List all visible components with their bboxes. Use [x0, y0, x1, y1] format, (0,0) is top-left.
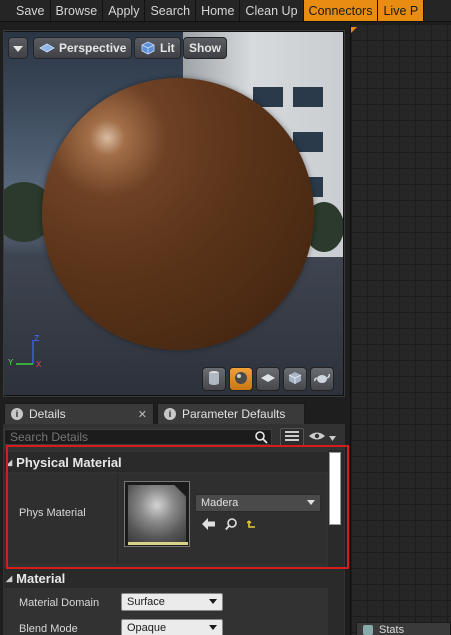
material-preview-viewport[interactable]: [4, 32, 343, 395]
show-button[interactable]: Show: [183, 37, 227, 59]
cube-icon: [288, 371, 302, 388]
blend-mode-label: Blend Mode: [19, 623, 78, 635]
lit-label: Lit: [160, 41, 175, 55]
phys-material-dropdown[interactable]: Madera: [195, 494, 321, 512]
phys-material-sphere-icon: [128, 485, 186, 543]
tab-parameter-defaults[interactable]: i Parameter Defaults: [157, 403, 305, 424]
physical-material-category[interactable]: ◢ Physical Material: [4, 452, 328, 472]
save-button[interactable]: Save: [0, 0, 51, 21]
graph-corner-marker: [351, 27, 357, 33]
connectors-button[interactable]: Connectors: [303, 0, 379, 21]
asset-color-bar: [128, 542, 188, 545]
view-options-button[interactable]: [308, 430, 338, 444]
teapot-icon: [314, 371, 330, 388]
chevron-down-icon: [209, 599, 217, 604]
tab-stats[interactable]: Stats: [356, 622, 451, 635]
stats-icon: [363, 625, 373, 635]
material-graph-canvas[interactable]: [350, 24, 451, 635]
sphere-preview-button[interactable]: [229, 367, 253, 391]
live-preview-button[interactable]: Live P: [378, 0, 425, 21]
search-icon: [255, 431, 268, 447]
sphere-icon: [233, 370, 249, 389]
lit-button[interactable]: Lit: [134, 37, 181, 59]
row-splitter[interactable]: [117, 474, 118, 564]
plane-icon: [260, 372, 276, 387]
info-icon: i: [11, 408, 23, 420]
home-button[interactable]: Home: [196, 0, 241, 21]
chevron-down-icon: [13, 41, 23, 55]
phys-material-thumbnail[interactable]: [124, 481, 190, 547]
browse-magnifier-icon[interactable]: [224, 517, 238, 531]
material-domain-dropdown[interactable]: Surface: [121, 593, 223, 611]
tab-parameter-defaults-label: Parameter Defaults: [182, 407, 286, 421]
tab-details[interactable]: i Details ✕: [4, 403, 154, 424]
property-matrix-button[interactable]: [280, 428, 304, 446]
custom-mesh-preview-button[interactable]: [310, 367, 334, 391]
material-domain-value: Surface: [127, 596, 165, 608]
close-icon[interactable]: ✕: [138, 408, 147, 421]
viewport-options-button[interactable]: [8, 37, 28, 59]
material-domain-label: Material Domain: [19, 597, 100, 609]
axis-x-label: X: [36, 360, 42, 370]
show-label: Show: [189, 41, 221, 55]
search-details-box[interactable]: [4, 429, 272, 445]
chevron-down-icon: [209, 625, 217, 630]
blend-mode-value: Opaque: [127, 622, 167, 634]
cylinder-preview-button[interactable]: [202, 367, 226, 391]
physical-material-header: Physical Material: [16, 454, 122, 470]
clean-up-button[interactable]: Clean Up: [240, 0, 304, 21]
material-header: Material: [16, 570, 66, 586]
perspective-button[interactable]: Perspective: [33, 37, 133, 59]
search-button[interactable]: Search: [145, 0, 197, 21]
chevron-down-icon: [307, 500, 315, 505]
phys-material-label: Phys Material: [19, 507, 86, 519]
browse-button[interactable]: Browse: [51, 0, 104, 21]
axis-y-label: Y: [8, 358, 14, 368]
use-selected-arrow-icon[interactable]: [201, 517, 215, 531]
blend-mode-dropdown[interactable]: Opaque: [121, 619, 223, 635]
axis-z-label: Z: [34, 334, 40, 344]
collapse-triangle-icon: ◢: [6, 457, 13, 467]
tab-details-label: Details: [29, 407, 66, 421]
perspective-label: Perspective: [59, 41, 127, 55]
apply-button[interactable]: Apply: [103, 0, 146, 21]
material-category[interactable]: ◢ Material: [4, 568, 328, 588]
preview-mesh-buttons: [202, 367, 334, 391]
main-toolbar: Save Browse Apply Search Home Clean Up C…: [0, 0, 451, 22]
cube-preview-button[interactable]: [283, 367, 307, 391]
eye-icon: [308, 430, 326, 444]
chevron-down-icon: [329, 430, 336, 444]
perspective-icon: [39, 42, 55, 54]
lit-cube-icon: [140, 41, 156, 55]
info-icon: i: [164, 408, 176, 420]
cylinder-icon: [207, 370, 221, 389]
details-scrollbar-thumb[interactable]: [329, 452, 341, 525]
collapse-triangle-icon: ◢: [6, 573, 13, 583]
tab-stats-label: Stats: [379, 624, 405, 635]
preview-sphere: [42, 78, 314, 350]
phys-material-value: Madera: [201, 497, 239, 509]
list-icon: [285, 430, 299, 444]
plane-preview-button[interactable]: [256, 367, 280, 391]
search-details-input[interactable]: [10, 430, 240, 444]
reset-to-default-icon[interactable]: [245, 517, 259, 531]
